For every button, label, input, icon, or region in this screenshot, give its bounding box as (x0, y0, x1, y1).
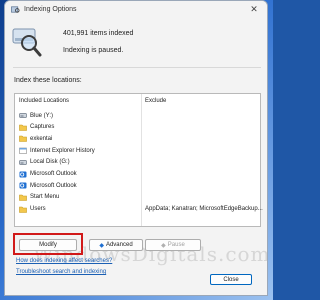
location-row[interactable]: Blue (Y:) (19, 111, 53, 120)
drive-icon (19, 159, 27, 165)
locations-list[interactable]: Included Locations Exclude Blue (Y:) Capt… (14, 93, 263, 227)
location-row[interactable]: Captures (19, 123, 54, 132)
location-label: Start Menu (30, 194, 60, 201)
troubleshoot-link[interactable]: Troubleshoot search and indexing (16, 269, 106, 275)
locations-label: Index these locations: (14, 77, 82, 84)
folder-icon (19, 194, 27, 201)
location-label: Captures (30, 124, 55, 131)
outlook-icon (19, 171, 27, 177)
folder-icon (19, 136, 27, 143)
shield-icon: ◆ (161, 242, 166, 249)
location-label: Blue (Y:) (30, 112, 54, 119)
location-label: Local Disk (G:) (30, 159, 70, 166)
title-bar[interactable]: Indexing Options ✕ (5, 1, 267, 17)
location-row[interactable]: Start Menu (19, 193, 59, 202)
shield-icon: ◆ (99, 242, 104, 249)
pause-button[interactable]: ◆ Pause (145, 239, 201, 251)
ie-history-icon (19, 147, 27, 154)
location-label: Users (30, 206, 46, 213)
folder-icon (19, 206, 27, 213)
location-label: Microsoft Outlook (30, 182, 77, 189)
magnifier-drive-icon (12, 28, 42, 57)
column-header-included[interactable]: Included Locations (19, 98, 69, 104)
location-label: Internet Explorer History (30, 147, 95, 154)
drive-icon (19, 113, 27, 118)
window-title: Indexing Options (24, 5, 77, 13)
close-button[interactable]: Close (210, 274, 252, 285)
divider (13, 67, 261, 68)
outlook-icon (19, 182, 27, 189)
indexing-status: Indexing is paused. (63, 47, 124, 54)
column-header-exclude[interactable]: Exclude (145, 98, 166, 104)
advanced-button[interactable]: ◆ Advanced (89, 239, 143, 251)
items-indexed-count: 401,991 items indexed (63, 30, 134, 37)
folder-icon (19, 124, 27, 131)
advanced-button-label: Advanced (105, 242, 133, 248)
location-row[interactable]: Internet Explorer History (19, 146, 95, 155)
pause-button-label: Pause (167, 242, 185, 248)
column-divider (141, 94, 142, 226)
location-row[interactable]: Users (19, 205, 46, 214)
how-indexing-affects-link[interactable]: How does indexing affect searches? (16, 258, 112, 264)
location-row[interactable]: Local Disk (G:) (19, 158, 70, 167)
location-row[interactable]: exkentai (19, 134, 52, 143)
highlight-box (13, 233, 83, 255)
location-row[interactable]: Microsoft Outlook (19, 181, 77, 190)
location-label: exkentai (30, 135, 53, 142)
indexing-options-window: Indexing Options ✕ 401,991 items indexed… (4, 0, 268, 296)
indexing-icon (11, 5, 20, 13)
close-icon[interactable]: ✕ (241, 1, 267, 17)
exclude-value: AppData; Kanatran; MicrosoftEdgeBackup..… (145, 205, 263, 212)
location-row[interactable]: Microsoft Outlook (19, 170, 77, 179)
location-label: Microsoft Outlook (30, 171, 77, 177)
